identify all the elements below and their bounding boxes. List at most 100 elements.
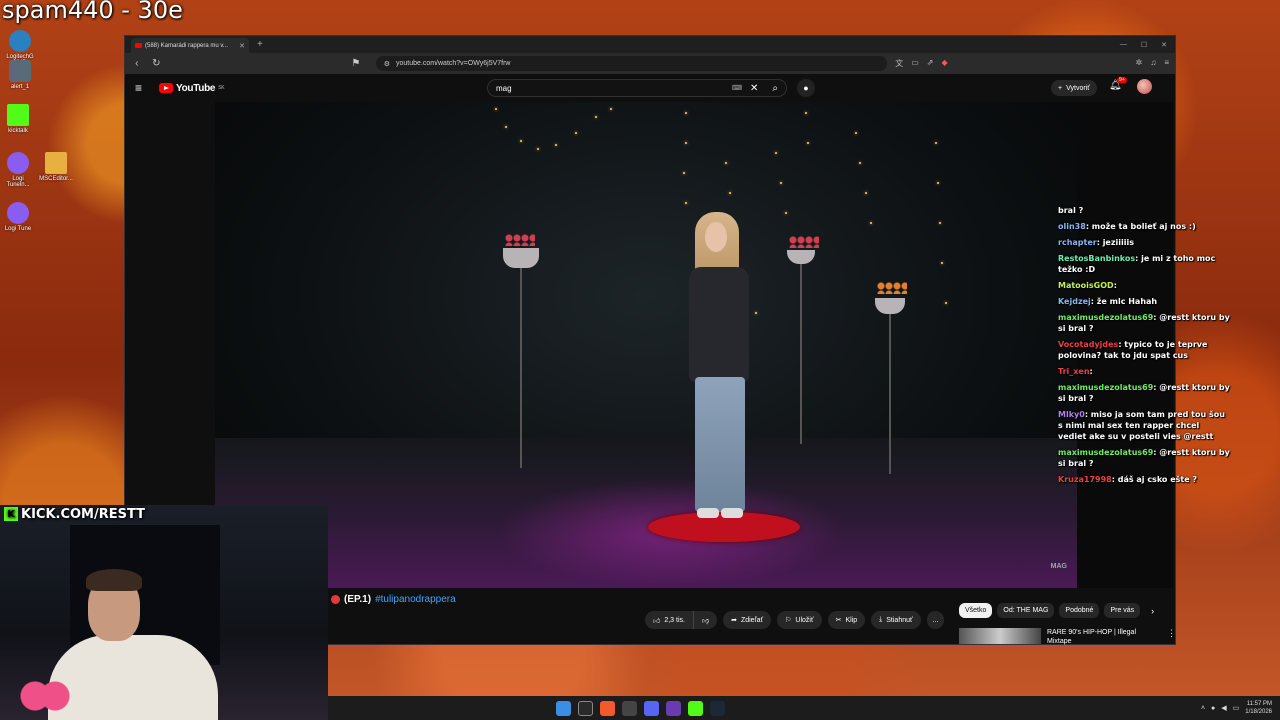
share-arrow-icon: ➦ <box>731 617 737 624</box>
cast-icon[interactable]: ▭ <box>911 58 919 69</box>
plus-icon: + <box>1058 84 1063 92</box>
bookmark-icon[interactable]: ⚑ <box>350 58 362 69</box>
clock-time: 11:57 PM <box>1246 701 1272 707</box>
extensions-icon[interactable]: ✲ <box>1136 58 1143 69</box>
desktop-icon-logi-tune[interactable]: Logi Tune <box>0 202 36 232</box>
create-label: Vytvoriť <box>1066 84 1090 92</box>
steam-icon[interactable] <box>710 700 725 716</box>
thumbs-up-icon: 👍︎ <box>653 617 661 625</box>
close-tab-icon[interactable]: ✕ <box>239 42 245 50</box>
chip-all[interactable]: Všetko <box>959 603 993 618</box>
clear-search-icon[interactable]: ✕ <box>750 83 758 94</box>
recommended-thumbnail[interactable] <box>959 628 1041 644</box>
video-hashtag-link[interactable]: #tulipanodrappera <box>375 594 456 605</box>
tulip-flowers <box>789 236 819 248</box>
tray-chevron-icon[interactable]: ˄ <box>1201 705 1205 712</box>
settings-icon[interactable] <box>622 700 637 716</box>
browser-toolbar-icons: 文 ▭ ⇗ ◆ ✲ ♫ ≡ <box>895 58 1169 69</box>
string-lights <box>215 102 1077 588</box>
chevron-right-icon[interactable]: › <box>1151 606 1154 616</box>
dislike-button[interactable]: 👎︎ <box>693 611 718 629</box>
microphone-icon[interactable]: ● <box>797 79 815 97</box>
share-icon[interactable]: ⇗ <box>927 58 934 69</box>
windows-start-icon[interactable] <box>556 700 571 716</box>
youtube-logo[interactable]: YouTube SK <box>159 82 225 94</box>
pot-stand <box>800 264 802 444</box>
search-icon[interactable]: ⌕ <box>772 83 778 94</box>
tab-title: (588) Kamarádi rappera mu v... <box>145 42 228 49</box>
bookmark-icon: ⚐ <box>785 617 792 624</box>
twitch-icon[interactable] <box>666 700 681 716</box>
minimize-icon[interactable]: — <box>1120 41 1127 49</box>
desktop-icon-label: Logi Tune <box>4 226 32 232</box>
kick-icon <box>7 104 29 126</box>
desktop-icon-label: alert_1 <box>10 84 30 90</box>
stream-chat-overlay: bral ? olin38: može ta bolieť aj nos :) … <box>1058 205 1230 490</box>
reload-icon[interactable]: ↻ <box>151 58 163 69</box>
browser-tab-youtube[interactable]: (588) Kamarádi rappera mu v... ✕ <box>131 38 249 53</box>
logo-text: YouTube <box>176 82 216 94</box>
notification-badge: 9+ <box>1117 77 1127 83</box>
folder-icon <box>45 152 67 174</box>
recommended-video[interactable]: RARE 90's HIP-HOP | Illegal Mixtape ⋮ <box>959 628 1176 646</box>
tulip-flowers <box>505 234 535 246</box>
desktop-icon-alert[interactable]: alert_1 <box>2 60 38 90</box>
chip-from-channel[interactable]: Od: THE MAG <box>997 603 1055 618</box>
download-label: Stiahnuť <box>886 616 913 624</box>
more-actions-button[interactable]: ... <box>926 611 945 629</box>
translate-icon[interactable]: 文 <box>895 58 903 69</box>
account-avatar[interactable] <box>1137 79 1152 94</box>
site-info-icon[interactable]: ⚙ <box>384 60 390 68</box>
desktop-icon-msceditor[interactable]: MSCEditor... <box>38 152 74 182</box>
close-window-icon[interactable]: ✕ <box>1161 41 1167 49</box>
volume-icon[interactable]: ◀︎ <box>1221 704 1226 712</box>
webcam-overlay <box>0 505 328 720</box>
music-icon[interactable]: ♫ <box>1150 58 1156 69</box>
youtube-favicon-icon <box>135 43 142 48</box>
like-button[interactable]: 👍︎ 2,3 tis. <box>645 611 694 629</box>
recommended-title[interactable]: RARE 90's HIP-HOP | Illegal Mixtape <box>1047 628 1157 646</box>
clock[interactable]: 11:57 PM 1/18/2026 <box>1245 700 1272 716</box>
desktop-icon-kicktalk[interactable]: kicktalk <box>0 104 36 134</box>
maximize-icon[interactable]: ☐ <box>1141 41 1147 49</box>
clock-date: 1/18/2026 <box>1245 709 1272 715</box>
microphone-tray-icon[interactable]: ● <box>1211 705 1215 712</box>
chat-message: Kruza17998: dáš aj csko ešte ? <box>1058 475 1198 484</box>
share-button[interactable]: ➦ Zdieľať <box>723 611 772 629</box>
like-dislike-group: 👍︎ 2,3 tis. 👎︎ <box>645 611 718 629</box>
pot-stand <box>520 268 522 468</box>
chip-for-you[interactable]: Pre vás <box>1104 603 1141 618</box>
heart-mascot-icon <box>20 680 70 720</box>
save-button[interactable]: ⚐ Uložiť <box>777 611 822 629</box>
clip-button[interactable]: ✂ Klip <box>827 611 866 629</box>
desktop-icon-logi-tunein[interactable]: Logi Tuneln... <box>0 152 36 188</box>
search-input[interactable]: mag ⌨ ✕ ⌕ <box>487 79 787 97</box>
youtube-header: ≡ YouTube SK mag ⌨ ✕ ⌕ ● + Vytvoriť 🔔︎ 9… <box>125 74 1175 102</box>
stream-title-overlay: spam440 - 30e <box>2 0 183 24</box>
keyboard-icon[interactable]: ⌨ <box>732 84 742 92</box>
search-value: mag <box>496 83 512 93</box>
download-button[interactable]: ⤓ Stiahnuť <box>871 611 921 629</box>
create-button[interactable]: + Vytvoriť <box>1051 80 1097 96</box>
brave-browser-icon[interactable] <box>600 700 615 716</box>
video-title-prefix: (EP.1) <box>344 594 372 605</box>
download-icon: ⤓ <box>879 616 883 623</box>
chip-related[interactable]: Podobné <box>1059 603 1100 618</box>
hamburger-menu-icon[interactable]: ≡ <box>135 81 153 95</box>
chat-message: Vocotadyjdes: typico to je teprve polovi… <box>1058 340 1208 360</box>
video-actions: 👍︎ 2,3 tis. 👎︎ ➦ Zdieľať ⚐ Uložiť ✂ Klip… <box>645 611 945 629</box>
discord-icon[interactable] <box>644 700 659 716</box>
kebab-menu-icon[interactable]: ⋮ <box>1167 628 1176 646</box>
brave-shield-icon[interactable]: ◆ <box>941 58 947 69</box>
chat-message: olin38: može ta bolieť aj nos :) <box>1058 222 1196 231</box>
task-view-icon[interactable] <box>578 700 593 716</box>
kick-logo-icon: K <box>4 507 18 521</box>
back-icon[interactable]: ‹ <box>131 58 143 69</box>
new-tab-icon[interactable]: + <box>257 39 263 50</box>
tab-bar: (588) Kamarádi rappera mu v... ✕ + — ☐ ✕ <box>125 36 1175 53</box>
url-field[interactable]: ⚙ youtube.com/watch?v=OWy6j5V7frw <box>375 56 888 71</box>
network-icon[interactable]: ▭ <box>1233 704 1240 712</box>
video-player[interactable]: MAG <box>215 102 1077 588</box>
menu-icon[interactable]: ≡ <box>1164 58 1169 69</box>
kick-app-icon[interactable] <box>688 700 703 716</box>
